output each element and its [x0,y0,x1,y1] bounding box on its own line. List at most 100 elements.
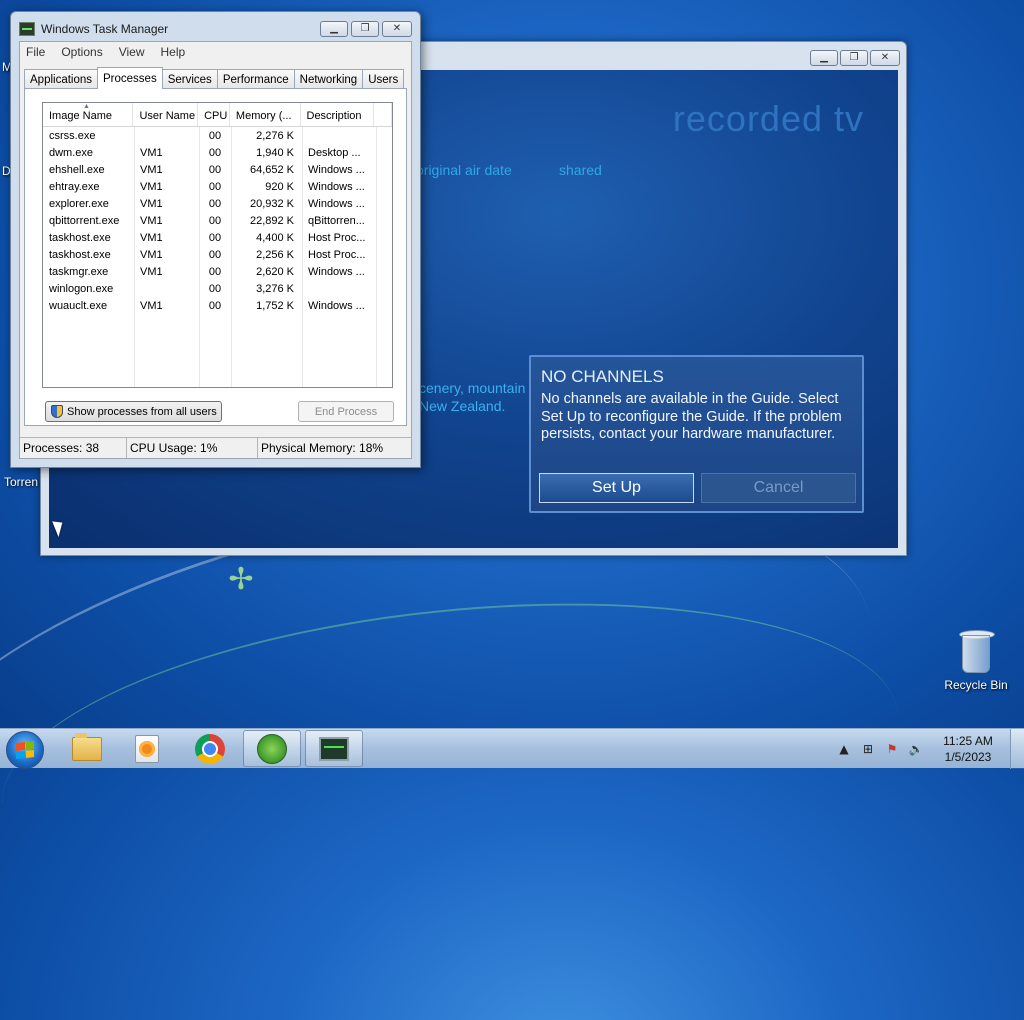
tab-applications[interactable]: Applications [24,69,99,89]
table-row[interactable]: taskmgr.exe VM1 00 2,620 K Windows ... [43,263,392,280]
tab-strip: Applications Processes Services Performa… [24,67,405,89]
table-row[interactable]: dwm.exe VM1 00 1,940 K Desktop ... [43,144,392,161]
volume-icon[interactable]: 🔈 [908,741,924,757]
cancel-button[interactable]: Cancel [701,473,856,503]
cell-cpu: 00 [208,249,222,261]
taskbar-media-player[interactable] [118,730,176,767]
network-icon[interactable]: ⊞ [860,741,876,757]
no-channels-dialog: NO CHANNELS No channels are available in… [529,355,864,513]
window-caption-buttons: ▁ ❐ ✕ [810,50,900,66]
table-row[interactable]: ehshell.exe VM1 00 64,652 K Windows ... [43,161,392,178]
windows-logo-icon [16,741,34,759]
page-title: recorded tv [672,98,864,139]
tab-services[interactable]: Services [161,69,218,89]
cell-user: VM1 [140,300,163,312]
media-center-icon [257,733,287,764]
column-header-cpu[interactable]: CPU [198,103,230,126]
program-description-line: cenery, mountain [419,380,526,396]
cell-user: VM1 [140,232,163,244]
minimize-button[interactable]: ▁ [320,21,348,37]
close-button[interactable]: ✕ [870,50,900,66]
system-tray: ▲ ⊞ ⚑ 🔈 11:25 AM 1/5/2023 [828,729,1024,769]
wallpaper-leaf-icon: ✢ [228,562,254,597]
cell-cpu: 00 [208,266,222,278]
clock[interactable]: 11:25 AM 1/5/2023 [930,733,1006,765]
tab-users[interactable]: Users [362,69,405,89]
clock-time: 11:25 AM [943,734,993,748]
table-row[interactable]: explorer.exe VM1 00 20,932 K Windows ... [43,195,392,212]
cell-name: qbittorrent.exe [49,215,120,227]
cell-description: Desktop ... [308,147,361,159]
table-row[interactable]: qbittorrent.exe VM1 00 22,892 K qBittorren..… [43,212,392,229]
window-title: Windows Task Manager [41,22,169,36]
clock-date: 1/5/2023 [944,750,992,764]
start-button[interactable] [6,731,44,769]
cell-user [134,280,199,297]
column-header-image-name[interactable]: ▲ Image Name [43,103,134,126]
folder-icon [72,732,102,761]
cell-memory: 3,276 K [256,283,294,295]
table-body: csrss.exe 00 2,276 K dwm.exe VM1 00 1,940 K Des… [43,127,392,314]
show-desktop-button[interactable] [1010,729,1024,769]
dialog-heading: NO CHANNELS [541,367,664,386]
cell-description [302,280,376,297]
table-header: ▲ Image Name User Name CPU Memory (... De… [43,103,392,127]
end-process-button[interactable]: End Process [298,401,394,422]
chrome-icon [195,733,225,764]
table-row[interactable]: winlogon.exe 00 3,276 K [43,280,392,297]
show-all-processes-button[interactable]: Show processes from all users [45,401,222,422]
tab-processes[interactable]: Processes [97,67,163,89]
action-center-warning-icon[interactable]: ⚑ [884,741,900,757]
status-processes: Processes: 38 [20,438,127,458]
menu-view[interactable]: View [119,45,145,59]
taskbar-explorer[interactable] [58,730,116,767]
close-button[interactable]: ✕ [382,21,412,37]
column-header-user-name[interactable]: User Name [133,103,199,126]
minimize-button[interactable]: ▁ [810,50,838,66]
cell-cpu: 00 [208,283,222,295]
cell-name: explorer.exe [49,198,109,210]
restore-button[interactable]: ❐ [840,50,868,66]
status-cpu-usage: CPU Usage: 1% [127,438,258,458]
table-row[interactable]: csrss.exe 00 2,276 K [43,127,392,144]
cell-description: Windows ... [308,198,365,210]
recycle-bin[interactable]: Recycle Bin [943,630,1009,692]
show-hidden-icons-chevron-icon[interactable]: ▲ [836,741,852,757]
desktop-icon-label-torrent[interactable]: Torren [4,475,38,489]
column-header-memory[interactable]: Memory (... [230,103,301,126]
cell-memory: 22,892 K [249,215,294,227]
table-row[interactable]: taskhost.exe VM1 00 4,400 K Host Proc... [43,229,392,246]
cell-description: qBittorren... [308,215,365,227]
cell-cpu: 00 [208,147,222,159]
menu-file[interactable]: File [26,45,45,59]
table-row[interactable]: taskhost.exe VM1 00 2,256 K Host Proc... [43,246,392,263]
dialog-message: No channels are available in the Guide. … [541,391,842,442]
cell-cpu: 00 [208,164,222,176]
menu-options[interactable]: Options [61,45,102,59]
cell-memory: 64,652 K [249,164,294,176]
taskbar: ▲ ⊞ ⚑ 🔈 11:25 AM 1/5/2023 [0,728,1024,769]
show-all-processes-label: Show processes from all users [67,405,217,418]
tab-networking[interactable]: Networking [293,69,364,89]
program-description-line: New Zealand. [419,398,506,414]
cell-name: taskhost.exe [49,249,111,261]
taskbar-chrome[interactable] [181,730,239,767]
tab-performance[interactable]: Performance [216,69,295,89]
task-manager-icon [319,736,349,761]
cell-name: csrss.exe [49,130,96,142]
menu-help[interactable]: Help [161,45,186,59]
taskbar-media-center[interactable] [243,730,301,767]
filter-shared[interactable]: shared [559,162,602,178]
status-physical-memory: Physical Memory: 18% [261,441,384,455]
table-row[interactable]: wuauclt.exe VM1 00 1,752 K Windows ... [43,297,392,314]
column-header-description[interactable]: Description [301,103,375,126]
process-list[interactable]: ▲ Image Name User Name CPU Memory (... De… [42,102,393,388]
filter-original-air-date[interactable]: original air date [416,162,512,178]
setup-button[interactable]: Set Up [539,473,694,503]
cell-user [134,127,199,144]
restore-button[interactable]: ❐ [351,21,379,37]
table-row[interactable]: ehtray.exe VM1 00 920 K Windows ... [43,178,392,195]
cell-user: VM1 [140,147,163,159]
taskbar-task-manager[interactable] [305,730,363,767]
cell-name: wuauclt.exe [49,300,108,312]
